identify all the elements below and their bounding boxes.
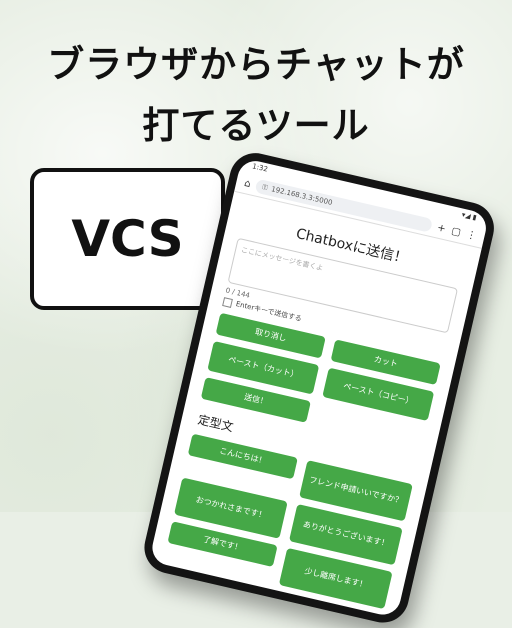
enter-send-checkbox[interactable] <box>222 296 234 308</box>
bubble-text: VCS <box>71 210 184 268</box>
status-icons: ▾◢ ▮ <box>460 210 478 222</box>
new-tab-icon[interactable]: + <box>436 222 447 235</box>
headline-line1: ブラウザからチャットが <box>47 43 465 86</box>
headline-line2: 打てるツール <box>142 104 370 147</box>
status-time: 1:32 <box>251 162 269 174</box>
tabs-icon[interactable]: ▢ <box>450 225 462 238</box>
home-icon[interactable]: ⌂ <box>243 177 252 189</box>
textarea-placeholder: ここにメッセージを書くよ <box>240 245 324 273</box>
menu-icon[interactable]: ⋮ <box>465 229 477 242</box>
lock-icon: ⚿ <box>261 182 269 192</box>
speech-bubble: VCS <box>30 168 225 310</box>
